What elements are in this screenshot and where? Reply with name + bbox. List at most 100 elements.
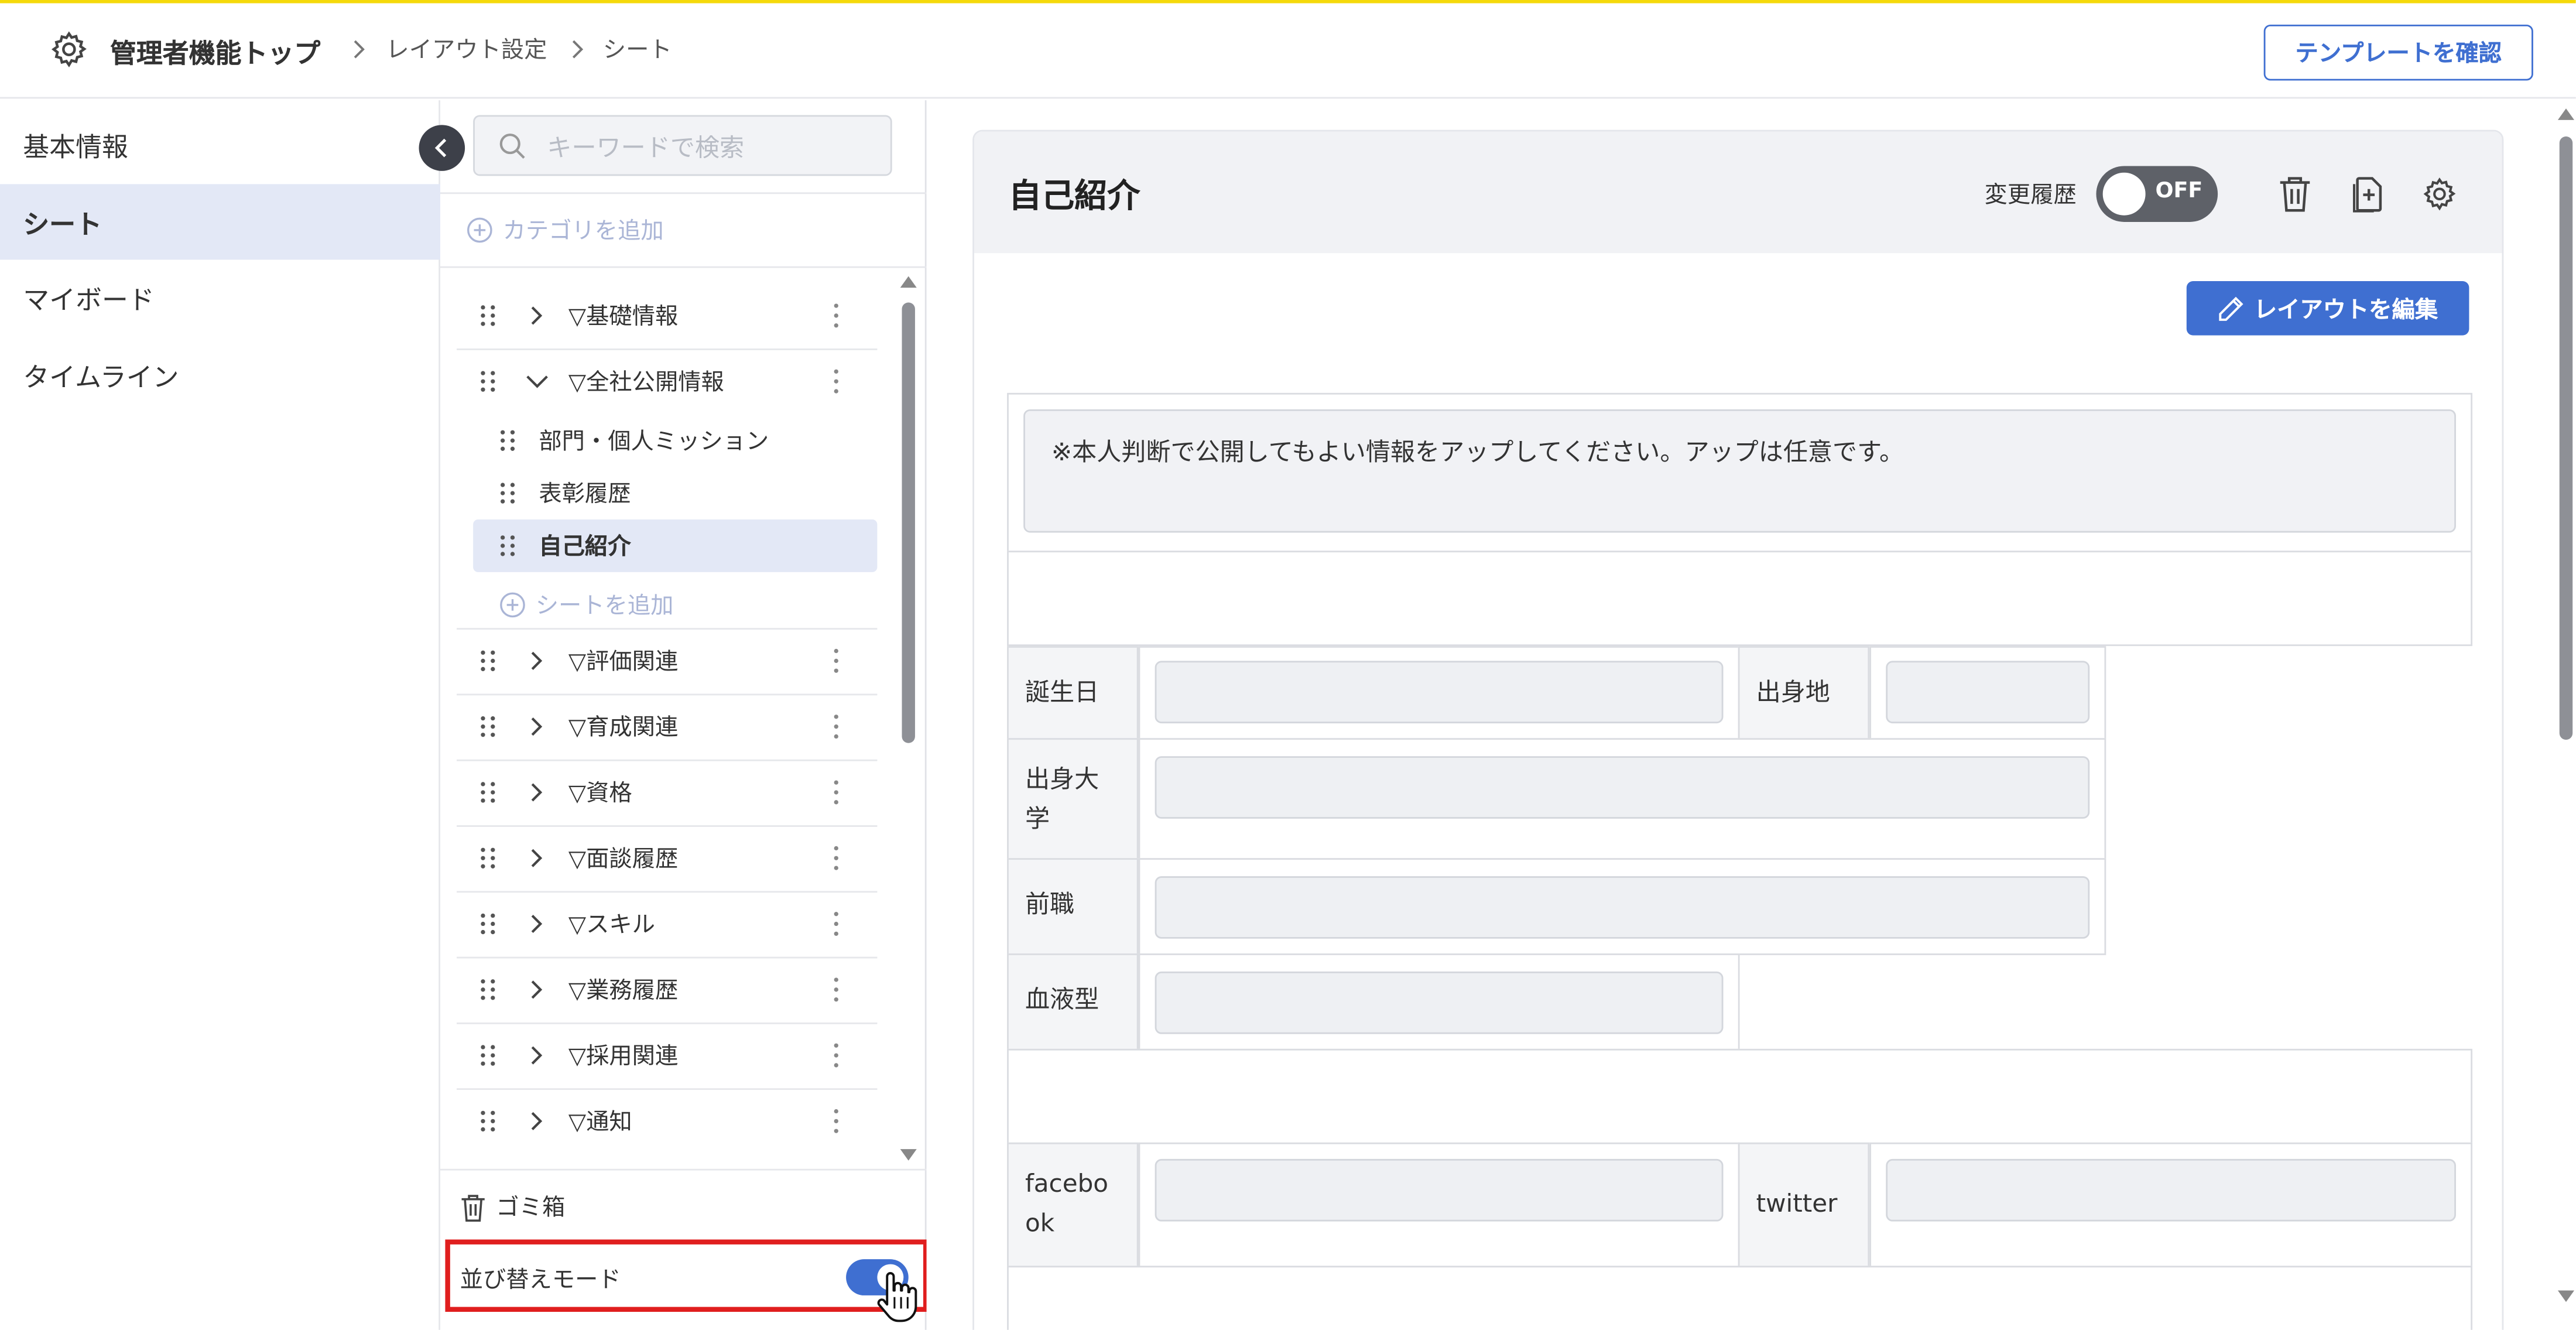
category-item[interactable]: ▽業務履歴 xyxy=(457,957,877,1023)
more-vertical-icon[interactable] xyxy=(831,845,841,871)
sheet-item[interactable]: 表彰履歴 xyxy=(473,467,877,519)
nav-item-timeline[interactable]: タイムライン xyxy=(0,337,440,412)
drag-handle-icon[interactable] xyxy=(499,429,516,452)
nav-item-myboard[interactable]: マイボード xyxy=(0,260,440,336)
trash-icon xyxy=(461,1195,485,1222)
history-toggle[interactable]: OFF xyxy=(2096,166,2218,222)
chevron-right-icon[interactable] xyxy=(526,782,549,802)
gear-icon[interactable] xyxy=(2421,175,2458,214)
chevron-right-icon[interactable] xyxy=(526,717,549,737)
scroll-down-arrow-icon[interactable] xyxy=(900,1149,917,1161)
more-vertical-icon[interactable] xyxy=(831,302,841,329)
sheet-item-active[interactable]: 自己紹介 xyxy=(473,519,878,572)
search-input[interactable]: キーワードで検索 xyxy=(473,115,892,176)
chevron-right-icon[interactable] xyxy=(526,1112,549,1131)
drag-handle-icon[interactable] xyxy=(479,978,496,1001)
sheet-label: 表彰履歴 xyxy=(539,481,631,508)
category-label: ▽基礎情報 xyxy=(568,304,679,331)
category-label: ▽通知 xyxy=(568,1109,632,1136)
category-label: ▽全社公開情報 xyxy=(568,370,724,396)
edit-layout-label: レイアウトを編集 xyxy=(2253,296,2438,323)
category-item[interactable]: ▽スキル xyxy=(457,891,877,956)
university-input[interactable] xyxy=(1155,756,2090,819)
empty-block xyxy=(1007,1048,2473,1144)
category-item[interactable]: ▽基礎情報 xyxy=(457,283,877,348)
main-scrollbar[interactable] xyxy=(2556,100,2576,1330)
category-item[interactable]: ▽資格 xyxy=(457,760,877,825)
field-cell xyxy=(1138,1142,1740,1268)
check-template-button[interactable]: テンプレートを確認 xyxy=(2263,25,2533,81)
collapse-panel-button[interactable] xyxy=(419,125,465,171)
chevron-right-icon[interactable] xyxy=(526,914,549,934)
trash-button[interactable]: ゴミ箱 xyxy=(440,1168,927,1238)
category-item[interactable]: ▽通知 xyxy=(457,1088,877,1154)
chevron-right-icon[interactable] xyxy=(526,1045,549,1065)
add-sheet-button[interactable]: シートを追加 xyxy=(499,589,673,621)
scroll-up-arrow-icon[interactable] xyxy=(900,276,917,288)
breadcrumb-admin-top[interactable]: 管理者機能トップ xyxy=(110,31,320,70)
drag-handle-icon[interactable] xyxy=(479,304,496,327)
category-item[interactable]: ▽採用関連 xyxy=(457,1023,877,1088)
breadcrumb-sheet: シート xyxy=(602,37,672,64)
add-category-button[interactable]: カテゴリを追加 xyxy=(467,214,664,247)
drag-handle-icon[interactable] xyxy=(479,847,496,870)
more-vertical-icon[interactable] xyxy=(831,976,841,1003)
twitter-input[interactable] xyxy=(1886,1158,2456,1222)
more-vertical-icon[interactable] xyxy=(831,779,841,806)
more-vertical-icon[interactable] xyxy=(831,1108,841,1134)
category-item[interactable]: ▽評価関連 xyxy=(457,628,877,693)
breadcrumb-layout-settings[interactable]: レイアウト設定 xyxy=(386,33,547,66)
more-vertical-icon[interactable] xyxy=(831,911,841,937)
scroll-down-arrow-icon[interactable] xyxy=(2557,1290,2575,1302)
edit-layout-button[interactable]: レイアウトを編集 xyxy=(2186,281,2469,336)
category-label: ▽採用関連 xyxy=(568,1044,679,1071)
drag-handle-icon[interactable] xyxy=(499,481,516,504)
chevron-right-icon[interactable] xyxy=(526,848,549,868)
drag-handle-icon[interactable] xyxy=(479,715,496,738)
birthday-input[interactable] xyxy=(1155,661,1724,724)
field-label-birthplace: 出身地 xyxy=(1738,646,1870,740)
card-header: 自己紹介 変更履歴 OFF xyxy=(974,131,2502,254)
facebook-input[interactable] xyxy=(1155,1158,1724,1222)
nav-item-basic-info[interactable]: 基本情報 xyxy=(0,107,440,182)
sheet-item[interactable]: 部門・個人ミッション xyxy=(473,414,877,467)
category-item[interactable]: ▽全社公開情報 xyxy=(457,348,877,414)
birthplace-input[interactable] xyxy=(1886,661,2090,724)
more-vertical-icon[interactable] xyxy=(831,713,841,740)
pencil-icon xyxy=(2219,296,2243,320)
more-vertical-icon[interactable] xyxy=(831,368,841,395)
panel-scrollbar[interactable] xyxy=(897,273,920,1169)
category-item[interactable]: ▽面談履歴 xyxy=(457,825,877,891)
scroll-up-arrow-icon[interactable] xyxy=(2557,108,2575,120)
chevron-right-icon[interactable] xyxy=(526,980,549,1000)
copy-add-icon[interactable] xyxy=(2349,175,2386,214)
chevron-right-icon[interactable] xyxy=(526,306,549,326)
drag-handle-icon[interactable] xyxy=(479,1110,496,1133)
nav-item-sheet[interactable]: シート xyxy=(0,184,441,260)
app-root: 管理者機能トップ レイアウト設定 シート テンプレートを確認 基本情報 シート … xyxy=(0,0,2576,1330)
category-label: ▽業務履歴 xyxy=(568,978,679,1005)
chevron-right-icon[interactable] xyxy=(526,651,549,671)
drag-handle-icon[interactable] xyxy=(499,534,516,557)
blood-type-input[interactable] xyxy=(1155,971,1724,1034)
add-category-label: カテゴリを追加 xyxy=(502,218,664,245)
drag-handle-icon[interactable] xyxy=(479,1044,496,1066)
field-cell xyxy=(1138,858,2106,955)
sheet-panel: キーワードで検索 カテゴリを追加 ▽基礎情報 ▽全社公開情報 部門・個人ミッショ… xyxy=(440,100,929,1330)
trash-icon[interactable] xyxy=(2277,175,2313,214)
scrollbar-thumb[interactable] xyxy=(2559,136,2573,740)
more-vertical-icon[interactable] xyxy=(831,648,841,674)
category-item[interactable]: ▽育成関連 xyxy=(457,694,877,760)
previous-job-input[interactable] xyxy=(1155,876,2090,939)
drag-handle-icon[interactable] xyxy=(479,370,496,393)
drag-handle-icon[interactable] xyxy=(479,781,496,804)
field-cell xyxy=(1138,953,1740,1051)
drag-handle-icon[interactable] xyxy=(479,912,496,935)
more-vertical-icon[interactable] xyxy=(831,1042,841,1069)
hand-cursor-icon xyxy=(877,1272,917,1322)
sort-mode-row: 並び替えモード xyxy=(445,1239,929,1312)
category-label: ▽面談履歴 xyxy=(568,846,679,873)
chevron-down-icon[interactable] xyxy=(526,371,549,391)
drag-handle-icon[interactable] xyxy=(479,649,496,672)
scrollbar-thumb[interactable] xyxy=(902,302,915,743)
